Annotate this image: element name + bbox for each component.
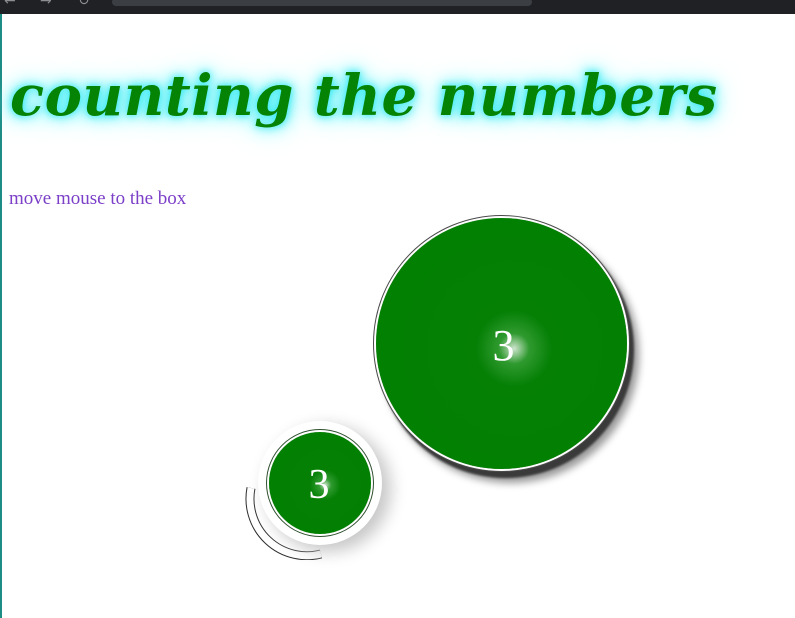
back-arrow-icon[interactable]: ←	[4, 0, 16, 8]
window-left-border	[0, 14, 2, 618]
counter-value-large: 3	[492, 320, 515, 370]
address-bar[interactable]	[112, 0, 532, 6]
counter-box-large[interactable]: 3	[376, 218, 627, 469]
forward-arrow-icon[interactable]: →	[40, 0, 52, 8]
counter-value-small: 3	[308, 462, 330, 508]
reload-icon[interactable]: ↻	[78, 0, 90, 8]
browser-toolbar: ← → ↻	[0, 0, 795, 14]
counter-box-small[interactable]: 3	[269, 432, 371, 534]
instruction-text: move mouse to the box	[9, 188, 187, 209]
page-title: counting the numbers	[10, 63, 718, 129]
